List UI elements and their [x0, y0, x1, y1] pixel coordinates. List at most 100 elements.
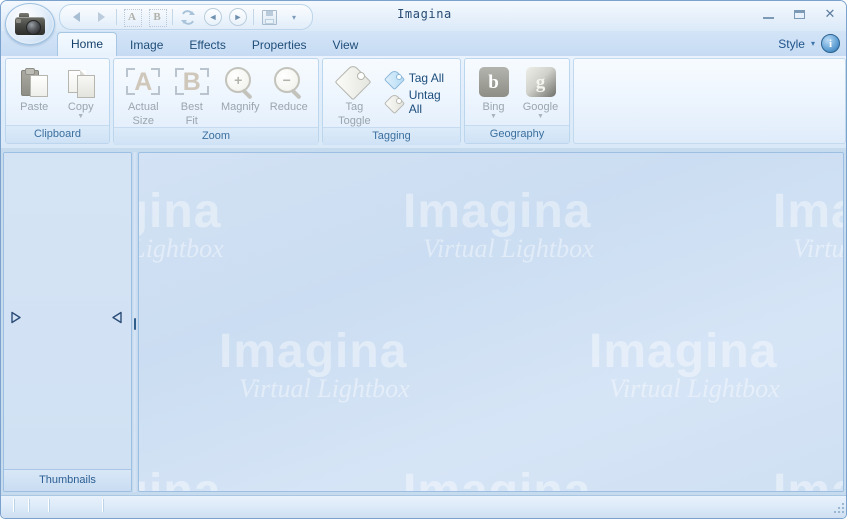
- magnify-button[interactable]: + Magnify: [216, 62, 265, 113]
- watermark-tile: Imagina Virtual Lightbox: [773, 188, 844, 263]
- mark-a-button[interactable]: A: [120, 7, 144, 27]
- selection-b-icon: B: [149, 9, 167, 27]
- application-menu-button[interactable]: [5, 3, 55, 45]
- tab-image[interactable]: Image: [117, 34, 176, 56]
- thumbnails-prev-button[interactable]: [111, 311, 125, 325]
- watermark-tile: Imagina Virtual Lightbox: [403, 188, 594, 263]
- ribbon: Paste Copy ▼ Clipboard A Actual Size B B…: [1, 56, 846, 149]
- untag-all-button[interactable]: Untag All: [383, 88, 455, 116]
- next-button[interactable]: [89, 7, 113, 27]
- paste-button[interactable]: Paste: [11, 62, 58, 113]
- tag-gray-icon: [383, 92, 405, 114]
- actual-size-icon: A: [125, 65, 161, 99]
- watermark-tile: Imagina Virtual Lightbox: [773, 465, 843, 492]
- ribbon-groups: Paste Copy ▼ Clipboard A Actual Size B B…: [5, 58, 846, 146]
- tag-toggle-button[interactable]: Tag Toggle: [328, 62, 381, 127]
- chevron-down-icon[interactable]: ▼: [490, 113, 497, 120]
- minimize-button[interactable]: [758, 5, 778, 23]
- triangle-right-icon: [97, 12, 105, 22]
- chevron-down-icon[interactable]: ▾: [811, 39, 815, 48]
- google-icon: g: [525, 65, 556, 99]
- tab-home[interactable]: Home: [57, 32, 118, 56]
- clipboard-group-body: Paste Copy ▼: [6, 59, 109, 125]
- tab-properties[interactable]: Properties: [239, 34, 320, 56]
- ribbon-group-tagging: Tag Toggle Tag All Untag All Tagging: [322, 58, 461, 145]
- image-canvas[interactable]: Imagina Virtual Lightbox Imagina Virtual…: [138, 152, 844, 492]
- triangle-right-icon: [11, 311, 21, 324]
- close-button[interactable]: ✕: [820, 5, 840, 23]
- actual-size-label-line2: Size: [132, 115, 154, 127]
- ribbon-group-clipboard: Paste Copy ▼ Clipboard: [5, 58, 110, 144]
- quick-access-toolbar: A B ◄ ► ▾: [59, 4, 313, 30]
- maximize-icon: [793, 9, 805, 19]
- watermark-subtitle: Virtual Lightbox: [793, 234, 844, 263]
- camera-logo-icon: [15, 13, 45, 35]
- resize-grip[interactable]: [832, 503, 845, 516]
- bing-button[interactable]: b Bing ▼: [470, 62, 517, 120]
- previous-button[interactable]: [64, 7, 88, 27]
- thumbnails-next-button[interactable]: [9, 311, 23, 325]
- watermark-title: Imagina: [219, 325, 408, 378]
- watermark-title: Imagina: [139, 185, 222, 238]
- watermark-title: Imagina: [403, 465, 592, 492]
- tagging-group-body: Tag Toggle Tag All Untag All: [323, 59, 460, 127]
- watermark-subtitle: Virtual Lightbox: [239, 374, 410, 403]
- application-window: A B ◄ ► ▾ Imagina ✕ Home Image Effects P…: [0, 0, 847, 519]
- tab-view[interactable]: View: [320, 34, 372, 56]
- info-button[interactable]: i: [821, 34, 840, 53]
- mark-b-button[interactable]: B: [145, 7, 169, 27]
- minimize-icon: [762, 16, 774, 19]
- ribbon-group-zoom: A Actual Size B Best Fit + Magnify − Red…: [113, 58, 319, 145]
- watermark-subtitle: Virtual Lightbox: [609, 374, 780, 403]
- watermark-subtitle: Virtual Lightbox: [138, 234, 224, 263]
- watermark-tile: Imagina Virtual Lightbox: [219, 325, 410, 403]
- magnify-plus-icon: +: [224, 65, 256, 100]
- title-bar: A B ◄ ► ▾ Imagina ✕: [1, 1, 846, 45]
- best-fit-icon: B: [174, 65, 210, 99]
- workspace: Thumbnails Imagina Virtual Lightbox Imag…: [1, 148, 846, 496]
- chevron-down-icon[interactable]: ▼: [77, 113, 84, 120]
- best-fit-label-line1: Best: [180, 101, 203, 113]
- copy-label: Copy: [67, 101, 94, 113]
- magnify-label: Magnify: [220, 101, 260, 113]
- tag-toggle-label-line2: Toggle: [338, 115, 371, 127]
- watermark-title: Imagina: [773, 465, 843, 492]
- save-button[interactable]: [257, 7, 281, 27]
- tag-all-label: Tag All: [408, 71, 445, 85]
- back-button[interactable]: ◄: [201, 7, 225, 27]
- triangle-left-icon: [112, 311, 122, 324]
- style-area: Style ▾ i: [778, 34, 840, 53]
- reduce-button[interactable]: − Reduce: [265, 62, 314, 113]
- style-menu-button[interactable]: Style: [778, 37, 805, 51]
- tag-toggle-label-line1: Tag: [345, 101, 364, 113]
- copy-button[interactable]: Copy ▼: [58, 62, 105, 120]
- tab-effects[interactable]: Effects: [176, 34, 238, 56]
- thumbnails-panel: Thumbnails: [3, 152, 132, 492]
- window-controls: ✕: [758, 5, 840, 23]
- google-button[interactable]: g Google ▼: [517, 62, 564, 120]
- actual-size-label-line1: Actual: [127, 101, 159, 113]
- watermark-tile: Imagina Virtual Lightbox: [139, 468, 224, 492]
- ribbon-tab-strip: Home Image Effects Properties View Style…: [1, 31, 846, 57]
- maximize-button[interactable]: [789, 5, 809, 23]
- save-floppy-icon: [261, 9, 277, 25]
- magnify-minus-icon: −: [273, 65, 305, 100]
- zoom-group-body: A Actual Size B Best Fit + Magnify − Red…: [114, 59, 318, 127]
- best-fit-button[interactable]: B Best Fit: [168, 62, 217, 127]
- tag-all-button[interactable]: Tag All: [383, 66, 455, 90]
- ribbon-group-geography: b Bing ▼ g Google ▼ Geography: [464, 58, 570, 144]
- selection-a-icon: A: [124, 9, 142, 27]
- tag-toggle-icon: [334, 63, 372, 101]
- chevron-down-icon[interactable]: ▼: [537, 113, 544, 120]
- copy-icon: [67, 65, 95, 99]
- qat-separator-1: [116, 9, 117, 25]
- best-fit-label-line2: Fit: [185, 115, 198, 127]
- ribbon-empty-body: [574, 59, 845, 143]
- actual-size-button[interactable]: A Actual Size: [119, 62, 168, 127]
- swap-button[interactable]: [176, 7, 200, 27]
- forward-button[interactable]: ►: [226, 7, 250, 27]
- watermark-subtitle: Virtual Lightbox: [423, 234, 594, 263]
- forward-arrow-icon: ►: [229, 8, 247, 26]
- triangle-left-icon: [72, 12, 80, 22]
- qat-overflow-button[interactable]: ▾: [282, 7, 306, 27]
